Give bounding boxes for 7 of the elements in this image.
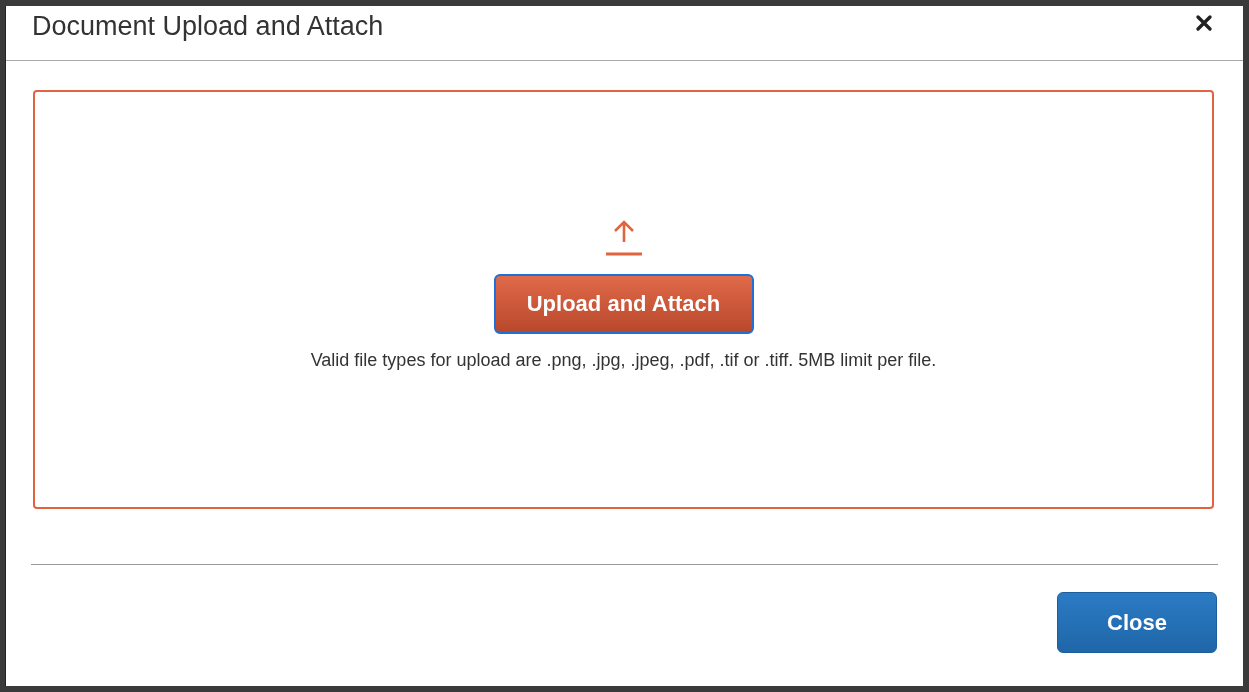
upload-icon <box>604 220 643 256</box>
dialog-title: Document Upload and Attach <box>32 10 384 43</box>
close-button[interactable]: Close <box>1057 592 1217 653</box>
drop-zone[interactable]: Upload and Attach Valid file types for upload are .png, .jpg, .jpeg, .pdf, .tif or .tiff. 5MB limit per file. <box>33 90 1214 509</box>
file-type-hint: Valid file types for upload are .png, .jpg, .jpeg, .pdf, .tif or .tiff. 5MB limit per file. <box>310 350 937 371</box>
close-icon[interactable] <box>1195 14 1213 32</box>
upload-button[interactable]: Upload and Attach <box>493 274 754 334</box>
